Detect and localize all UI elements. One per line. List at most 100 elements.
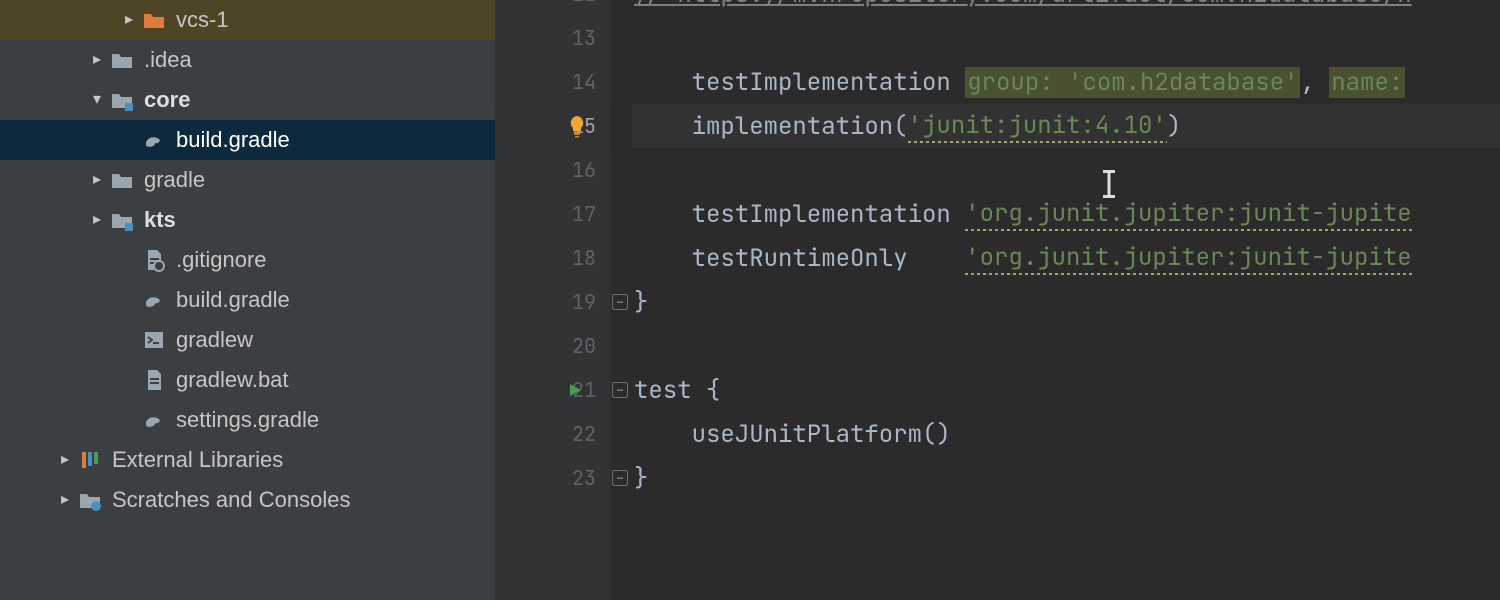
gutter-line[interactable]: 23 [495,456,610,500]
gutter-line[interactable]: 22 [495,412,610,456]
sh-icon [140,326,168,354]
gutter-line[interactable]: 20 [495,324,610,368]
tree-item-label: kts [144,207,176,233]
gitignore-icon [140,246,168,274]
code-line[interactable]: test { [632,368,1500,412]
fold-cell[interactable]: − [610,368,632,412]
code-named-arg: name: [1329,67,1405,98]
tree-item-label: build.gradle [176,287,290,313]
run-gutter-icon[interactable] [567,382,583,398]
gradle-icon [140,126,168,154]
tree-item-label: .gitignore [176,247,267,273]
code-line-current[interactable]: implementation('junit:junit:4.10') [632,104,1500,148]
tree-item-label: .idea [144,47,192,73]
code-call: useJUnitPlatform() [692,419,951,450]
tree-item[interactable]: ▸ External Libraries [0,440,495,480]
code-line[interactable]: // https://mvnrepository.com/artifact/co… [632,0,1500,16]
fold-start-icon[interactable]: − [612,382,628,398]
code-line[interactable] [632,148,1500,192]
fold-strip[interactable]: − − − [610,0,632,600]
fold-end-icon[interactable]: − [612,470,628,486]
gutter-line[interactable]: 16 [495,148,610,192]
tree-item[interactable]: ▸ .idea [0,40,495,80]
tree-item[interactable]: ▸gradlew.bat [0,360,495,400]
fold-cell [610,16,632,60]
tree-item-label: External Libraries [112,447,283,473]
fold-cell[interactable]: − [610,456,632,500]
code-line[interactable] [632,16,1500,60]
chevron-right-icon[interactable]: ▸ [86,172,108,188]
code-brace: } [634,287,648,318]
fold-cell [610,236,632,280]
chevron-right-icon[interactable]: ▸ [54,492,76,508]
code-line[interactable]: testRuntimeOnly 'org.junit.jupiter:junit… [632,236,1500,280]
gutter-line[interactable]: 14 [495,60,610,104]
line-number: 13 [572,25,596,51]
code-identifier: testImplementation [692,199,966,230]
gutter-line[interactable]: 18 [495,236,610,280]
line-number: 17 [572,201,596,227]
fold-cell [610,60,632,104]
tree-item[interactable]: ▸gradlew [0,320,495,360]
code-identifier: testImplementation [692,67,966,98]
chevron-right-icon[interactable]: ▸ [86,212,108,228]
code-string: 'org.junit.jupiter:junit-jupite [965,242,1411,275]
fold-cell [610,0,632,16]
folder-icon [108,166,136,194]
tree-item-label: settings.gradle [176,407,319,433]
fold-cell[interactable]: − [610,280,632,324]
chevron-right-icon[interactable]: ▸ [54,452,76,468]
intention-bulb-icon[interactable] [565,114,589,138]
chevron-down-icon[interactable]: ▾ [86,92,108,108]
tree-item[interactable]: ▸ kts [0,200,495,240]
code-brace: { [706,375,720,406]
tree-item-label: build.gradle [176,127,290,153]
fold-cell [610,412,632,456]
code-line[interactable]: testImplementation group: 'com.h2databas… [632,60,1500,104]
code-brace: } [634,463,648,494]
tree-item[interactable]: ▸gradle [0,160,495,200]
code-line[interactable]: testImplementation 'org.junit.jupiter:ju… [632,192,1500,236]
chevron-right-icon[interactable]: ▸ [86,52,108,68]
tree-item-label: core [144,87,190,113]
line-number: 22 [572,421,596,447]
tree-item-label: gradlew.bat [176,367,289,393]
tree-item[interactable]: ▸vcs-1 [0,0,495,40]
gutter-line[interactable]: 21 [495,368,610,412]
tree-item[interactable]: ▸build.gradle [0,120,495,160]
gutter-line[interactable]: 19 [495,280,610,324]
code-editor[interactable]: // https://mvnrepository.com/artifact/co… [632,0,1500,600]
module-icon [108,206,136,234]
tree-item[interactable]: ▸build.gradle [0,280,495,320]
code-line[interactable] [632,324,1500,368]
line-number: 19 [572,289,596,315]
code-identifier: testRuntimeOnly [692,243,966,274]
fold-cell [610,148,632,192]
gutter-line[interactable]: 17 [495,192,610,236]
text-icon [140,366,168,394]
tree-item-label: Scratches and Consoles [112,487,350,513]
code-line[interactable]: } [632,456,1500,500]
line-number: 14 [572,69,596,95]
line-number: 16 [572,157,596,183]
code-identifier: test [634,375,706,406]
code-line[interactable]: useJUnitPlatform() [632,412,1500,456]
fold-cell [610,104,632,148]
gutter-line[interactable]: 12 [495,0,610,16]
code-line[interactable]: } [632,280,1500,324]
tree-item-label: gradlew [176,327,253,353]
tree-item[interactable]: ▾ core [0,80,495,120]
chevron-right-icon[interactable]: ▸ [118,12,140,28]
tree-item[interactable]: ▸ Scratches and Consoles [0,480,495,520]
module-icon [108,86,136,114]
editor-gutter: 12 13 14 15 16 17 18 19 2021 22 23 [495,0,610,600]
line-number: 18 [572,245,596,271]
code-identifier: implementation [692,111,894,142]
scratches-icon [76,486,104,514]
tree-item[interactable]: ▸.gitignore [0,240,495,280]
project-tree[interactable]: ▸vcs-1▸.idea▾core▸build.gradle▸gradle▸kt… [0,0,495,600]
gutter-line[interactable]: 13 [495,16,610,60]
gutter-line[interactable]: 15 [495,104,610,148]
tree-item[interactable]: ▸settings.gradle [0,400,495,440]
fold-end-icon[interactable]: − [612,294,628,310]
